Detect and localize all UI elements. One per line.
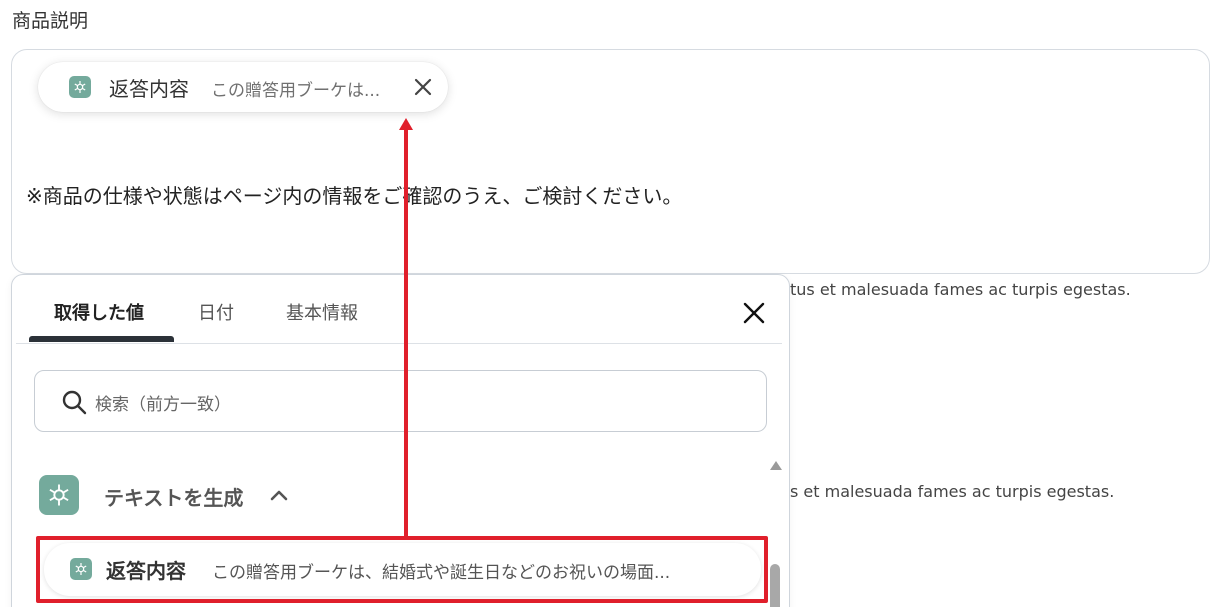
scroll-up-arrow[interactable] bbox=[770, 461, 782, 470]
openai-icon bbox=[39, 475, 79, 515]
description-text: ※商品の仕様や状態はページ内の情報をご確認のうえ、ご検討ください。 bbox=[26, 184, 683, 208]
highlight-annotation bbox=[36, 536, 768, 603]
background-text: tus et malesuada fames ac turpis egestas… bbox=[790, 280, 1131, 299]
search-icon bbox=[60, 388, 88, 416]
close-icon[interactable] bbox=[412, 76, 434, 98]
section-title: 商品説明 bbox=[12, 10, 89, 32]
chip-value: この贈答用ブーケは... bbox=[211, 81, 381, 101]
annotation-arrow-head bbox=[399, 118, 413, 130]
variable-chip[interactable]: 返答内容 この贈答用ブーケは... bbox=[38, 62, 448, 112]
group-title: テキストを生成 bbox=[104, 486, 244, 510]
chevron-up-icon[interactable] bbox=[269, 485, 289, 505]
tab-date[interactable]: 日付 bbox=[198, 299, 234, 325]
group-header-text-generation[interactable]: テキストを生成 bbox=[39, 475, 339, 515]
scrollbar[interactable] bbox=[768, 461, 782, 607]
tab-basic-info[interactable]: 基本情報 bbox=[286, 299, 358, 325]
tab-obtained-values[interactable]: 取得した値 bbox=[54, 299, 144, 325]
chip-label: 返答内容 bbox=[109, 77, 189, 101]
annotation-arrow bbox=[404, 128, 408, 538]
active-tab-indicator bbox=[29, 336, 174, 342]
divider bbox=[16, 343, 782, 344]
search-placeholder: 検索（前方一致） bbox=[95, 395, 231, 415]
close-icon[interactable] bbox=[740, 299, 768, 327]
search-input[interactable]: 検索（前方一致） bbox=[34, 370, 767, 432]
openai-icon bbox=[69, 76, 91, 98]
background-text: s et malesuada fames ac turpis egestas. bbox=[790, 482, 1115, 501]
scrollbar-thumb[interactable] bbox=[770, 564, 780, 607]
